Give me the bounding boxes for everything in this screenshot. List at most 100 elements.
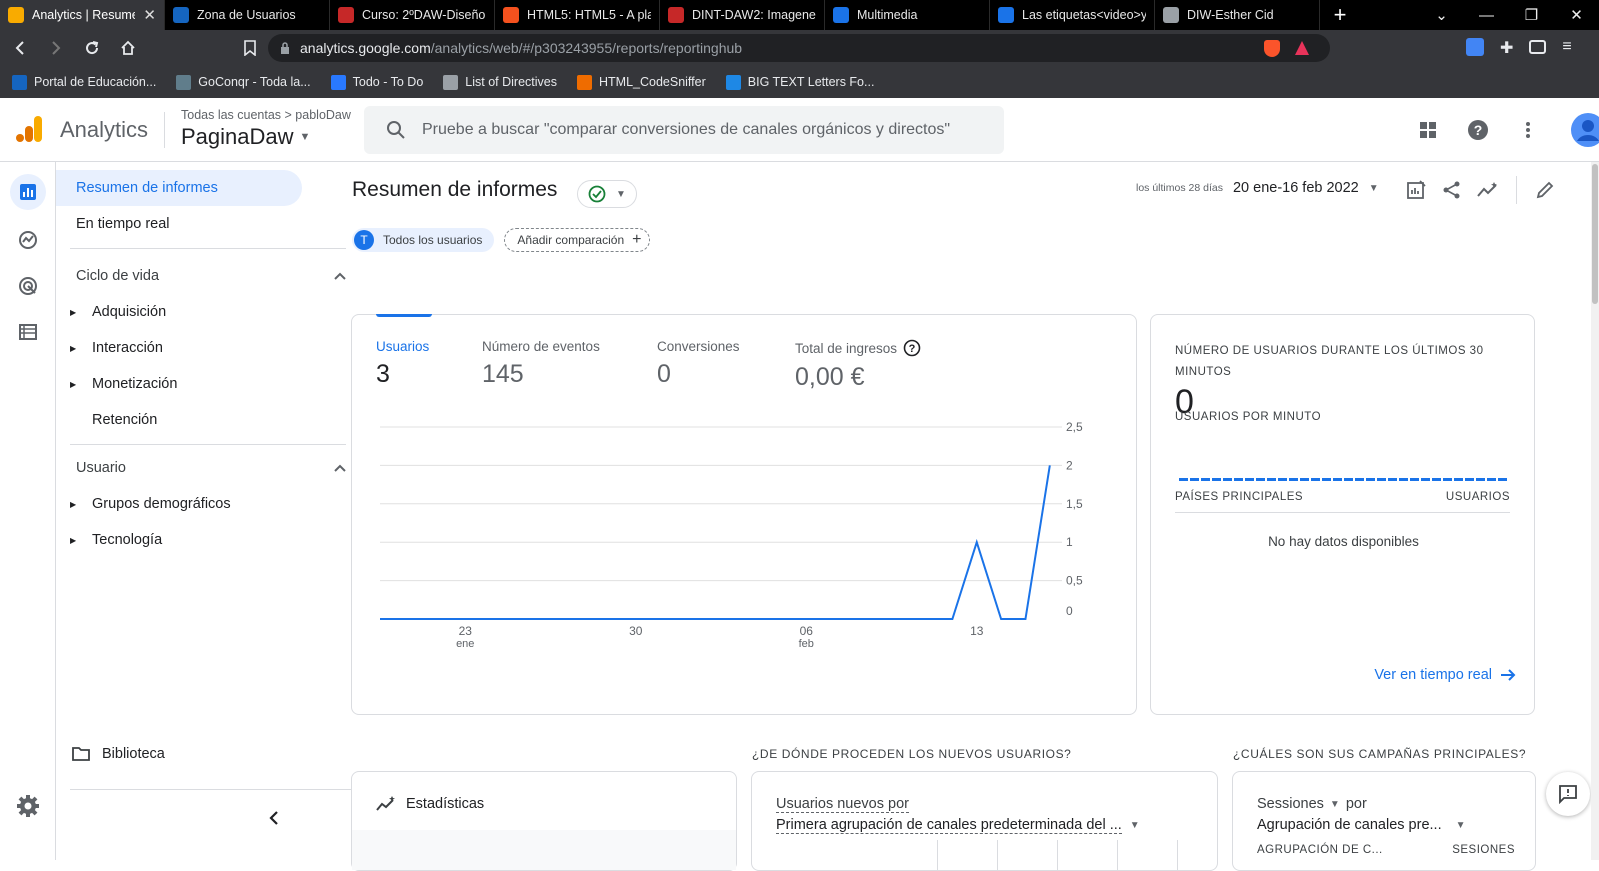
help-icon[interactable]: ? bbox=[1460, 112, 1496, 148]
insights-icon[interactable] bbox=[1474, 176, 1502, 204]
help-outline-icon[interactable]: ? bbox=[903, 339, 921, 357]
view-realtime-link[interactable]: Ver en tiempo real bbox=[1374, 667, 1516, 683]
kpi-events[interactable]: Número de eventos 145 bbox=[482, 339, 600, 389]
collapse-nav-icon[interactable] bbox=[260, 804, 288, 832]
left-rail bbox=[0, 162, 56, 860]
publish-status[interactable]: ▼ bbox=[577, 180, 637, 208]
account-avatar[interactable] bbox=[1570, 112, 1599, 148]
browser-tab[interactable]: Zona de Usuarios bbox=[165, 0, 330, 30]
kpi-revenue[interactable]: Total de ingresos? 0,00 € bbox=[795, 339, 921, 392]
explore-icon[interactable] bbox=[10, 222, 46, 258]
brave-shield-icon[interactable] bbox=[1264, 40, 1280, 57]
bookmark-item[interactable]: Portal de Educación... bbox=[12, 74, 156, 90]
minimize-icon[interactable]: — bbox=[1464, 7, 1509, 24]
configure-icon[interactable] bbox=[10, 314, 46, 350]
nav-section-lifecycle[interactable]: Ciclo de vida bbox=[76, 258, 346, 294]
tab-favicon-icon bbox=[1163, 7, 1179, 23]
question-campaigns: ¿CUÁLES SON SUS CAMPAÑAS PRINCIPALES? bbox=[1233, 747, 1527, 761]
browser-tab[interactable]: Multimedia bbox=[825, 0, 990, 30]
breadcrumb[interactable]: Todas las cuentas > pabloDaw bbox=[181, 108, 351, 122]
col-group: AGRUPACIÓN DE C... bbox=[1257, 844, 1383, 856]
segment-label: Todos los usuarios bbox=[383, 233, 483, 247]
restore-icon[interactable]: ❐ bbox=[1509, 6, 1554, 24]
nav-item-tech[interactable]: ▶ Tecnología bbox=[70, 522, 162, 558]
scrollbar-thumb[interactable] bbox=[1592, 164, 1598, 304]
home-icon[interactable] bbox=[112, 32, 144, 64]
segment-avatar: T bbox=[354, 230, 374, 250]
reports-icon[interactable] bbox=[10, 174, 46, 210]
tab-search-icon[interactable]: ⌄ bbox=[1419, 6, 1464, 24]
library-label: Biblioteca bbox=[102, 746, 165, 762]
close-tab-icon[interactable]: ✕ bbox=[143, 6, 156, 24]
reports-nav: Resumen de informes En tiempo real Ciclo… bbox=[56, 162, 354, 860]
y-tick-label: 0 bbox=[1066, 604, 1073, 618]
nav-item-engagement[interactable]: ▶ Interacción bbox=[70, 330, 163, 366]
col-country: PAÍSES PRINCIPALES bbox=[1175, 491, 1304, 503]
bookmark-icon[interactable] bbox=[234, 32, 266, 64]
bookmark-item[interactable]: Todo - To Do bbox=[330, 74, 424, 90]
nav-realtime[interactable]: En tiempo real bbox=[56, 206, 302, 242]
extensions-icon[interactable]: ✚ bbox=[1500, 38, 1513, 58]
bookmark-item[interactable]: GoConqr - Toda la... bbox=[176, 74, 311, 90]
back-icon[interactable] bbox=[4, 32, 36, 64]
customize-report-icon[interactable] bbox=[1402, 176, 1430, 204]
date-range-picker[interactable]: los últimos 28 días 20 ene-16 feb 2022 ▼ bbox=[1136, 180, 1379, 196]
kpi-value: 0 bbox=[657, 360, 671, 388]
forward-icon[interactable] bbox=[40, 32, 72, 64]
bookmark-label: Todo - To Do bbox=[352, 75, 424, 89]
nav-library[interactable]: Biblioteca bbox=[72, 746, 165, 762]
property-selector[interactable]: PaginaDaw ▼ bbox=[181, 124, 310, 150]
wallet-icon[interactable] bbox=[1529, 40, 1547, 54]
browser-tab[interactable]: Analytics | Resumen ✕ bbox=[0, 0, 165, 30]
analytics-logo-icon[interactable] bbox=[14, 114, 44, 144]
nav-divider bbox=[70, 444, 346, 445]
feedback-button[interactable] bbox=[1546, 772, 1590, 816]
nav-item-monetization[interactable]: ▶ Monetización bbox=[70, 366, 177, 402]
browser-tab-bar: Analytics | Resumen ✕ Zona de Usuarios Curs… bbox=[0, 0, 1599, 30]
new-tab-button[interactable]: + bbox=[1320, 0, 1360, 30]
more-vert-icon[interactable] bbox=[1510, 112, 1546, 148]
nav-section-user[interactable]: Usuario bbox=[76, 450, 346, 486]
reload-icon[interactable] bbox=[76, 32, 108, 64]
nav-item-label: Tecnología bbox=[92, 532, 163, 548]
apps-grid-icon[interactable] bbox=[1410, 112, 1446, 148]
brave-rewards-icon[interactable] bbox=[1294, 40, 1310, 57]
nav-item-demographics[interactable]: ▶ Grupos demográficos bbox=[70, 486, 231, 522]
expand-triangle-icon: ▶ bbox=[70, 535, 77, 545]
edit-pencil-icon[interactable] bbox=[1531, 176, 1559, 204]
check-circle-icon bbox=[588, 185, 606, 203]
tab-title: Las etiquetas<video>y< bbox=[1022, 8, 1146, 22]
browser-tab[interactable]: HTML5: HTML5 - A playe bbox=[495, 0, 660, 30]
bookmark-label: BIG TEXT Letters Fo... bbox=[747, 75, 875, 89]
close-window-icon[interactable]: ✕ bbox=[1554, 6, 1599, 24]
share-icon[interactable] bbox=[1438, 176, 1466, 204]
segment-chip[interactable]: T Todos los usuarios bbox=[352, 228, 495, 252]
new-users-dimension-selector[interactable]: Primera agrupación de canales predetermi… bbox=[776, 817, 1140, 834]
advertising-icon[interactable] bbox=[10, 268, 46, 304]
menu-icon[interactable]: ≡ bbox=[1562, 38, 1571, 58]
bookmark-item[interactable]: HTML_CodeSniffer bbox=[577, 74, 706, 90]
browser-tab[interactable]: Las etiquetas<video>y< bbox=[990, 0, 1155, 30]
translate-icon[interactable] bbox=[1466, 38, 1484, 56]
browser-tab[interactable]: DINT-DAW2: Imagenes F bbox=[660, 0, 825, 30]
bookmark-item[interactable]: List of Directives bbox=[443, 74, 557, 90]
add-comparison-button[interactable]: Añadir comparación + bbox=[504, 228, 651, 252]
kpi-users[interactable]: Usuarios 3 bbox=[376, 339, 429, 389]
new-users-metric[interactable]: Usuarios nuevos por bbox=[776, 796, 909, 813]
nav-item-acquisition[interactable]: ▶ Adquisición bbox=[70, 294, 166, 330]
bookmark-item[interactable]: BIG TEXT Letters Fo... bbox=[725, 74, 875, 90]
bookmark-favicon-icon bbox=[577, 74, 592, 90]
nav-report-summary[interactable]: Resumen de informes bbox=[56, 170, 302, 206]
browser-tab[interactable]: Curso: 2ºDAW-Diseño de bbox=[330, 0, 495, 30]
por-label: por bbox=[1345, 796, 1367, 812]
address-bar[interactable]: analytics.google.com/analytics/web/#/p30… bbox=[268, 34, 1330, 62]
search-box[interactable]: Pruebe a buscar "comparar conversiones d… bbox=[364, 106, 1004, 154]
kpi-conversions[interactable]: Conversiones 0 bbox=[657, 339, 740, 389]
page-scrollbar[interactable] bbox=[1591, 162, 1599, 860]
settings-gear-icon[interactable] bbox=[16, 794, 42, 820]
sessions-metric-selector[interactable]: Sessiones ▼ por bbox=[1257, 796, 1367, 812]
sessions-dimension-selector[interactable]: Agrupación de canales pre... ▼ bbox=[1257, 817, 1466, 833]
nav-item-retention[interactable]: Retención bbox=[92, 402, 157, 438]
insights-header[interactable]: Estadísticas bbox=[376, 796, 484, 812]
browser-tab[interactable]: DIW-Esther Cid bbox=[1155, 0, 1320, 30]
